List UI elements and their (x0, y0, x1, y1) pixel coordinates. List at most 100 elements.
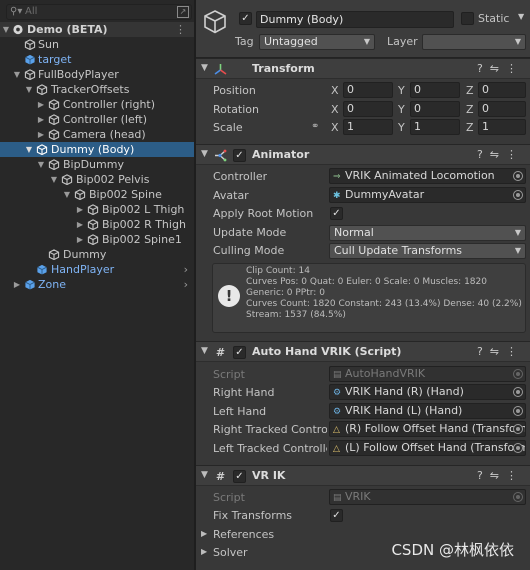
hierarchy-row-controller-right[interactable]: ▶ Controller (right) (0, 97, 194, 112)
prefab-cube-icon (25, 54, 35, 65)
object-picker-icon[interactable] (513, 387, 523, 397)
fix-transforms-checkbox[interactable]: ✓ (330, 509, 343, 522)
position-z-field[interactable]: 0 (478, 82, 526, 98)
axis-y-label[interactable]: Y (398, 84, 405, 97)
axis-z-label[interactable]: Z (466, 84, 474, 97)
rotation-y-field[interactable]: 0 (410, 101, 460, 117)
position-y-field[interactable]: 0 (410, 82, 460, 98)
scene-menu-icon[interactable]: ⋮ (175, 22, 186, 37)
axis-x-label[interactable]: X (331, 103, 339, 116)
collapse-arrow-icon[interactable]: ▶ (36, 112, 46, 127)
update-mode-row: Update Mode Normal ▼ (196, 224, 530, 242)
hierarchy-row-target[interactable]: target (0, 52, 194, 67)
open-prefab-chevron-icon[interactable]: › (184, 277, 188, 292)
right-hand-object-field[interactable]: ⚙ VRIK Hand (R) (Hand) (329, 384, 526, 400)
object-picker-icon[interactable] (513, 171, 523, 181)
right-tracked-controller-field[interactable]: △ (R) Follow Offset Hand (Transform) (329, 421, 526, 437)
hierarchy-row-bip002-r-thigh[interactable]: ▶ Bip002 R Thigh (0, 217, 194, 232)
vrik-enabled-checkbox[interactable]: ✓ (233, 470, 246, 483)
layer-dropdown[interactable]: ▼ (422, 34, 526, 50)
object-picker-icon[interactable] (513, 424, 523, 434)
hierarchy-row-trackeroffsets[interactable]: ▼ TrackerOffsets (0, 82, 194, 97)
hierarchy-row-scene[interactable]: ▼ Demo (BETA) ⋮ (0, 22, 194, 37)
foldout-arrow-icon[interactable]: ▼ (201, 149, 208, 159)
static-checkbox[interactable] (461, 12, 474, 25)
collapse-arrow-icon[interactable]: ▶ (36, 127, 46, 142)
scale-z-field[interactable]: 1 (478, 119, 526, 135)
axis-z-label[interactable]: Z (466, 121, 474, 134)
collapse-arrow-icon[interactable]: ▶ (75, 232, 85, 247)
static-dropdown-arrow-icon[interactable]: ▼ (518, 12, 524, 21)
scale-y-field[interactable]: 1 (410, 119, 460, 135)
hierarchy-row-dummy[interactable]: Dummy (0, 247, 194, 262)
left-hand-object-field[interactable]: ⚙ VRIK Hand (L) (Hand) (329, 403, 526, 419)
constrain-proportions-link-icon[interactable]: ⚭ (311, 121, 319, 132)
axis-x-label[interactable]: X (331, 121, 339, 134)
hierarchy-row-bip002-spine1[interactable]: ▶ Bip002 Spine1 (0, 232, 194, 247)
animator-component-header[interactable]: ▼ ✓ Animator ?⇋⋮ (196, 144, 530, 165)
hierarchy-row-bip002-spine[interactable]: ▼ Bip002 Spine (0, 187, 194, 202)
component-tools-icons[interactable]: ?⇋⋮ (477, 345, 524, 358)
gameobject-cube-icon (24, 69, 36, 80)
foldout-arrow-icon[interactable]: ▶ (201, 529, 207, 538)
gameobject-large-cube-icon[interactable] (202, 9, 228, 35)
culling-mode-dropdown[interactable]: Cull Update Transforms ▼ (329, 243, 526, 259)
apply-root-motion-checkbox[interactable]: ✓ (330, 207, 343, 220)
axis-y-label[interactable]: Y (398, 121, 405, 134)
hierarchy-row-bip002-l-thigh[interactable]: ▶ Bip002 L Thigh (0, 202, 194, 217)
auto-hand-vrik-component-header[interactable]: ▼ # ✓ Auto Hand VRIK (Script) ?⇋⋮ (196, 341, 530, 362)
foldout-arrow-icon[interactable]: ▼ (201, 470, 208, 480)
open-in-window-icon[interactable]: ↗ (177, 6, 189, 18)
rotation-x-field[interactable]: 0 (343, 101, 393, 117)
update-mode-dropdown[interactable]: Normal ▼ (329, 225, 526, 241)
vrik-component-header[interactable]: ▼ # ✓ VR IK ?⇋⋮ (196, 465, 530, 486)
hierarchy-row-dummy-body[interactable]: ▼ Dummy (Body) (0, 142, 194, 157)
axis-x-label[interactable]: X (331, 84, 339, 97)
collapse-arrow-icon[interactable]: ▶ (75, 202, 85, 217)
object-picker-icon[interactable] (513, 190, 523, 200)
axis-z-label[interactable]: Z (466, 103, 474, 116)
expand-arrow-icon[interactable]: ▼ (12, 67, 22, 82)
foldout-arrow-icon[interactable]: ▼ (201, 346, 208, 356)
hierarchy-row-bipdummy[interactable]: ▼ BipDummy (0, 157, 194, 172)
object-picker-icon[interactable] (513, 443, 523, 453)
expand-arrow-icon[interactable]: ▼ (1, 22, 11, 37)
hierarchy-row-controller-left[interactable]: ▶ Controller (left) (0, 112, 194, 127)
hierarchy-row-bip002-pelvis[interactable]: ▼ Bip002 Pelvis (0, 172, 194, 187)
active-checkbox[interactable]: ✓ (239, 12, 252, 25)
component-tools-icons[interactable]: ?⇋⋮ (477, 148, 524, 161)
expand-arrow-icon[interactable]: ▼ (62, 187, 72, 202)
left-tracked-controller-field[interactable]: △ (L) Follow Offset Hand (Transform) (329, 440, 526, 456)
animator-enabled-checkbox[interactable]: ✓ (233, 149, 246, 162)
component-tools-icons[interactable]: ?⇋⋮ (477, 469, 524, 482)
collapse-arrow-icon[interactable]: ▶ (75, 217, 85, 232)
tag-dropdown[interactable]: Untagged ▼ (259, 34, 375, 50)
collapse-arrow-icon[interactable]: ▶ (12, 277, 22, 292)
position-x-field[interactable]: 0 (343, 82, 393, 98)
transform-component-header[interactable]: ▼ Transform ?⇋⋮ (196, 58, 530, 79)
expand-arrow-icon[interactable]: ▼ (36, 157, 46, 172)
expand-arrow-icon[interactable]: ▼ (49, 172, 59, 187)
hierarchy-row-zone[interactable]: ▶ Zone › (0, 277, 194, 292)
avatar-object-field[interactable]: ✱ DummyAvatar (329, 187, 526, 203)
hierarchy-row-fullbodyplayer[interactable]: ▼ FullBodyPlayer (0, 67, 194, 82)
collapse-arrow-icon[interactable]: ▶ (36, 97, 46, 112)
hierarchy-search-field[interactable]: ⚲▾ All ↗ (6, 4, 192, 20)
object-picker-icon[interactable] (513, 406, 523, 416)
rotation-z-field[interactable]: 0 (478, 101, 526, 117)
hierarchy-row-sun[interactable]: Sun (0, 37, 194, 52)
hierarchy-row-camera-head[interactable]: ▶ Camera (head) (0, 127, 194, 142)
controller-object-field[interactable]: ⇒ VRIK Animated Locomotion (329, 168, 526, 184)
gameobject-cube-icon (87, 219, 99, 230)
object-name-field[interactable]: Dummy (Body) (256, 11, 454, 28)
axis-y-label[interactable]: Y (398, 103, 405, 116)
open-prefab-chevron-icon[interactable]: › (184, 262, 188, 277)
component-tools-icons[interactable]: ?⇋⋮ (477, 62, 524, 75)
scale-x-field[interactable]: 1 (343, 119, 393, 135)
foldout-arrow-icon[interactable]: ▼ (201, 63, 208, 73)
foldout-arrow-icon[interactable]: ▶ (201, 547, 207, 556)
auto-hand-vrik-enabled-checkbox[interactable]: ✓ (233, 346, 246, 359)
expand-arrow-icon[interactable]: ▼ (24, 142, 34, 157)
expand-arrow-icon[interactable]: ▼ (24, 82, 34, 97)
hierarchy-row-handplayer[interactable]: HandPlayer › (0, 262, 194, 277)
